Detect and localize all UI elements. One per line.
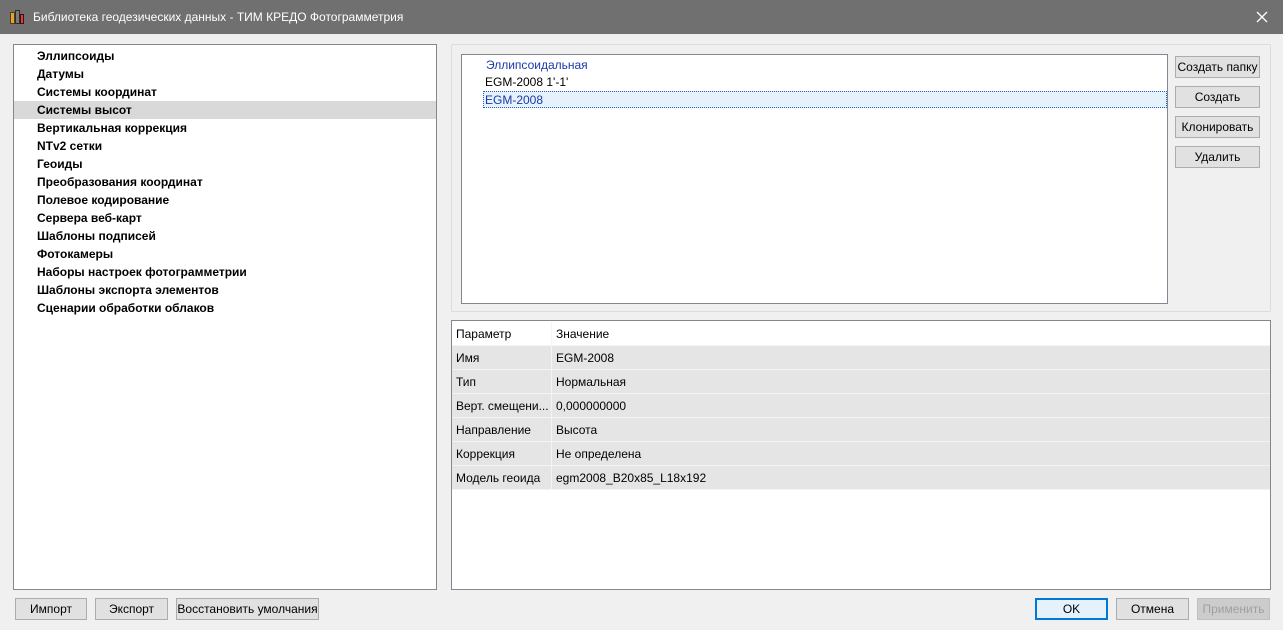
create-button[interactable]: Создать xyxy=(1175,86,1260,108)
category-item-cloud-scenarios[interactable]: Сценарии обработки облаков xyxy=(14,299,436,317)
property-row[interactable]: Верт. смещени... 0,000000000 xyxy=(452,394,1270,418)
category-item-geoids[interactable]: Геоиды xyxy=(14,155,436,173)
category-item-cameras[interactable]: Фотокамеры xyxy=(14,245,436,263)
category-item-height-systems[interactable]: Системы высот xyxy=(14,101,436,119)
cancel-button[interactable]: Отмена xyxy=(1116,598,1189,620)
category-item-coordinate-systems[interactable]: Системы координат xyxy=(14,83,436,101)
category-item-photogrammetry-settings[interactable]: Наборы настроек фотограмметрии xyxy=(14,263,436,281)
property-name: Направление xyxy=(452,418,552,442)
clone-button[interactable]: Клонировать xyxy=(1175,116,1260,138)
property-name: Имя xyxy=(452,346,552,370)
category-item-field-coding[interactable]: Полевое кодирование xyxy=(14,191,436,209)
category-item-export-templates[interactable]: Шаблоны экспорта элементов xyxy=(14,281,436,299)
category-item-vertical-correction[interactable]: Вертикальная коррекция xyxy=(14,119,436,137)
property-value[interactable]: Высота xyxy=(552,418,1270,442)
title-bar: Библиотека геодезических данных - ТИМ КР… xyxy=(0,0,1283,34)
window-title: Библиотека геодезических данных - ТИМ КР… xyxy=(33,10,404,24)
ok-button[interactable]: OK xyxy=(1035,598,1108,620)
restore-defaults-button[interactable]: Восстановить умолчания xyxy=(176,598,319,620)
category-item-ellipsoids[interactable]: Эллипсоиды xyxy=(14,47,436,65)
export-button[interactable]: Экспорт xyxy=(95,598,168,620)
column-header-value[interactable]: Значение xyxy=(552,322,1270,346)
category-item-datums[interactable]: Датумы xyxy=(14,65,436,83)
column-header-param[interactable]: Параметр xyxy=(452,322,552,346)
category-item-web-map-servers[interactable]: Сервера веб-карт xyxy=(14,209,436,227)
category-item-label-templates[interactable]: Шаблоны подписей xyxy=(14,227,436,245)
create-folder-button[interactable]: Создать папку xyxy=(1175,56,1260,78)
import-button[interactable]: Импорт xyxy=(15,598,87,620)
property-value[interactable]: Нормальная xyxy=(552,370,1270,394)
category-list[interactable]: Эллипсоиды Датумы Системы координат Сист… xyxy=(13,44,437,590)
property-header-row: Параметр Значение xyxy=(452,322,1270,346)
property-name: Верт. смещени... xyxy=(452,394,552,418)
close-button[interactable] xyxy=(1247,2,1277,32)
property-value[interactable]: 0,000000000 xyxy=(552,394,1270,418)
property-row[interactable]: Имя EGM-2008 xyxy=(452,346,1270,370)
tree-item-egm2008-1x1[interactable]: EGM-2008 1'-1' xyxy=(485,74,568,91)
category-item-ntv2-grids[interactable]: NTv2 сетки xyxy=(14,137,436,155)
property-row[interactable]: Коррекция Не определена xyxy=(452,442,1270,466)
library-app-icon xyxy=(9,9,25,25)
items-tree[interactable]: Эллипсоидальная EGM-2008 1'-1' EGM-2008 xyxy=(461,54,1168,304)
close-icon xyxy=(1256,11,1268,23)
property-grid[interactable]: Параметр Значение Имя EGM-2008 Тип Норма… xyxy=(451,320,1271,590)
property-row[interactable]: Тип Нормальная xyxy=(452,370,1270,394)
property-name: Тип xyxy=(452,370,552,394)
tree-folder-ellipsoidal[interactable]: Эллипсоидальная xyxy=(486,57,588,74)
property-value[interactable]: EGM-2008 xyxy=(552,346,1270,370)
property-row[interactable]: Модель геоида egm2008_B20x85_L18x192 xyxy=(452,466,1270,490)
tree-item-egm2008[interactable]: EGM-2008 xyxy=(483,91,1167,108)
property-value[interactable]: Не определена xyxy=(552,442,1270,466)
property-row[interactable]: Направление Высота xyxy=(452,418,1270,442)
property-name: Коррекция xyxy=(452,442,552,466)
property-name: Модель геоида xyxy=(452,466,552,490)
category-item-coordinate-transforms[interactable]: Преобразования координат xyxy=(14,173,436,191)
delete-button[interactable]: Удалить xyxy=(1175,146,1260,168)
apply-button[interactable]: Применить xyxy=(1197,598,1270,620)
property-value[interactable]: egm2008_B20x85_L18x192 xyxy=(552,466,1270,490)
